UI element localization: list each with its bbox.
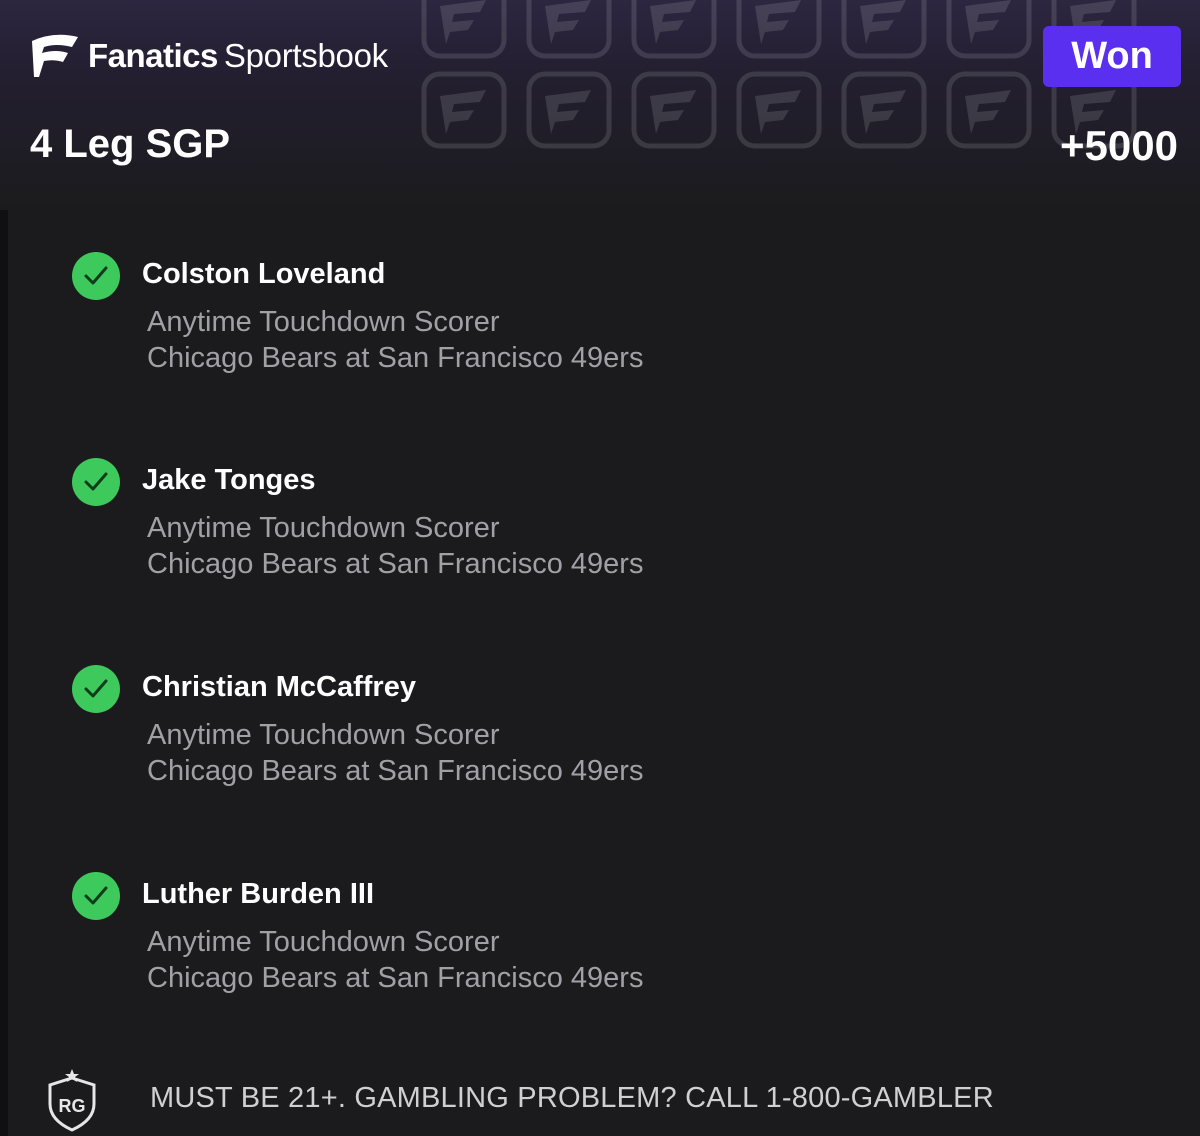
fanatics-sportsbook-logo: Fanatics Sportsbook (30, 30, 388, 82)
leg-event: Chicago Bears at San Francisco 49ers (147, 755, 644, 787)
check-circle-icon (72, 252, 120, 300)
gambling-disclaimer: MUST BE 21+. GAMBLING PROBLEM? CALL 1-80… (150, 1082, 994, 1114)
check-circle-icon (72, 872, 120, 920)
brand-name-light: Sportsbook (223, 37, 388, 74)
leg-player-name: Luther Burden III (142, 878, 374, 910)
fanatics-flag-icon (32, 34, 78, 77)
leg-event: Chicago Bears at San Francisco 49ers (147, 548, 644, 580)
check-circle-icon (72, 458, 120, 506)
brand-name-bold: Fanatics (88, 37, 218, 74)
leg-item: Luther Burden III Anytime Touchdown Scor… (72, 872, 972, 1012)
leg-market: Anytime Touchdown Scorer (147, 306, 500, 338)
leg-market: Anytime Touchdown Scorer (147, 512, 500, 544)
leg-event: Chicago Bears at San Francisco 49ers (147, 342, 644, 374)
leg-item: Colston Loveland Anytime Touchdown Score… (72, 252, 972, 392)
leg-player-name: Christian McCaffrey (142, 671, 416, 703)
responsible-gaming-shield-icon: RG (48, 1069, 96, 1132)
bet-odds: +5000 (1060, 122, 1178, 169)
check-circle-icon (72, 665, 120, 713)
rg-badge-text: RG (59, 1096, 86, 1116)
bet-status-badge: Won (1043, 26, 1181, 87)
leg-item: Christian McCaffrey Anytime Touchdown Sc… (72, 665, 972, 805)
leg-market: Anytime Touchdown Scorer (147, 719, 500, 751)
leg-player-name: Jake Tonges (142, 464, 316, 496)
bet-title: 4 Leg SGP (30, 122, 231, 166)
leg-item: Jake Tonges Anytime Touchdown Scorer Chi… (72, 458, 972, 598)
bet-slip-card: Fanatics Sportsbook Won 4 Leg SGP +5000 … (0, 0, 1200, 1136)
leg-player-name: Colston Loveland (142, 258, 386, 290)
leg-market: Anytime Touchdown Scorer (147, 926, 500, 958)
leg-event: Chicago Bears at San Francisco 49ers (147, 962, 644, 994)
